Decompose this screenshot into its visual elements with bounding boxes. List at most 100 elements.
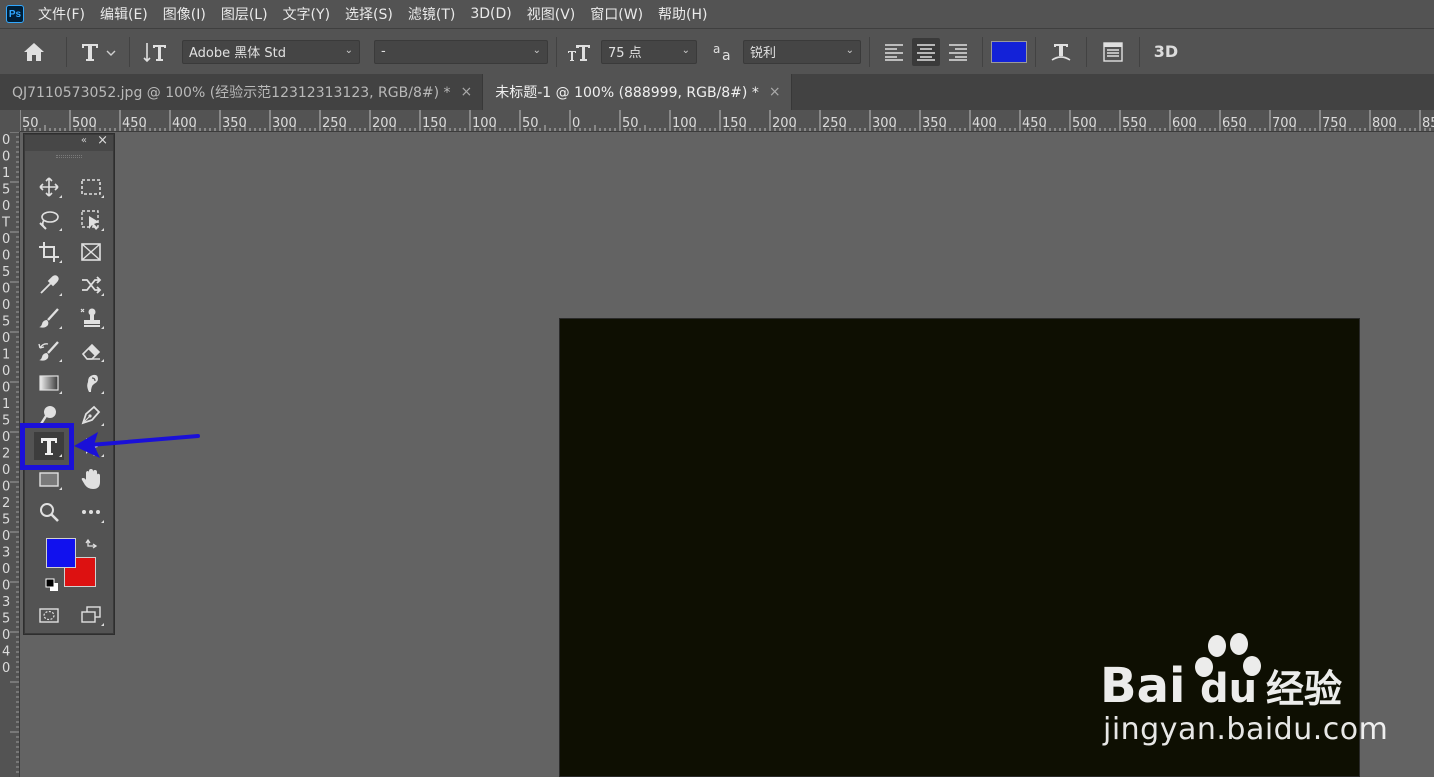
ruler-label: 5 (2, 414, 10, 429)
move-icon (39, 177, 59, 197)
eyedropper-icon (40, 275, 59, 294)
eyedropper-tool[interactable] (34, 271, 64, 299)
horizontal-ruler-ticks: 50 500 450 400 350 300 250 200 150 100 50 0 50 100 150… (19, 110, 1434, 131)
character-panel-button[interactable] (1095, 37, 1131, 67)
menu-select[interactable]: 选择(S) (345, 4, 393, 24)
menu-view[interactable]: 视图(V) (527, 4, 576, 24)
menu-3d[interactable]: 3D(D) (470, 6, 511, 22)
ruler-label: 200 (772, 116, 797, 131)
menu-help[interactable]: 帮助(H) (658, 4, 707, 24)
ruler-corner (0, 110, 20, 132)
font-style-value: - (381, 44, 386, 59)
ruler-label: 100 (472, 116, 497, 131)
horizontal-ruler[interactable]: 50 500 450 400 350 300 250 200 150 100 50 0 50 100 150… (0, 110, 1434, 132)
align-left-icon (885, 43, 903, 61)
menu-window[interactable]: 窗口(W) (590, 4, 643, 24)
ruler-label: 550 (1122, 116, 1147, 131)
close-icon[interactable]: × (461, 84, 473, 100)
home-button[interactable] (10, 32, 58, 72)
ruler-label: 250 (822, 116, 847, 131)
gradient-tool[interactable] (34, 369, 64, 397)
font-family-select[interactable]: Adobe 黑体 Std ⌄ (182, 39, 360, 64)
menu-type[interactable]: 文字(Y) (283, 4, 330, 24)
ruler-label: 0 (2, 331, 10, 346)
tab-document-2[interactable]: 未标题-1 @ 100% (888999, RGB/8#) * × (483, 74, 792, 110)
watermark-brand: Bai (1100, 658, 1185, 714)
ruler-label: 450 (1022, 116, 1047, 131)
ruler-label: 4 (2, 645, 10, 660)
crop-tool[interactable] (34, 238, 64, 266)
text-color-swatch[interactable] (991, 40, 1027, 63)
tab-document-1[interactable]: QJ7110573052.jpg @ 100% (经验示范12312313123… (0, 74, 484, 110)
ruler-label: 0 (2, 463, 10, 478)
collapse-icon[interactable]: « (81, 135, 87, 146)
type-tool-icon (82, 43, 116, 61)
separator (556, 36, 557, 67)
warp-text-button[interactable] (1044, 37, 1078, 67)
menu-image[interactable]: 图像(I) (163, 4, 206, 24)
tool-preset-picker[interactable] (75, 32, 121, 72)
watermark-url: jingyan.baidu.com (1103, 712, 1389, 747)
smudge-tool[interactable] (76, 369, 106, 397)
brush-tool[interactable] (34, 304, 64, 332)
ruler-label: 5 (2, 315, 10, 330)
font-size-input[interactable]: 75 点 ⌄ (601, 39, 697, 64)
antialias-label: aa (709, 37, 739, 67)
separator (982, 36, 983, 67)
tools-panel: « × (24, 133, 114, 634)
quick-mask-button[interactable] (34, 601, 64, 629)
eraser-tool[interactable] (76, 337, 106, 365)
tools-panel-header[interactable]: « × (25, 133, 113, 151)
align-right-button[interactable] (944, 38, 972, 66)
screen-mode-button[interactable] (76, 601, 106, 629)
swap-colors-button[interactable] (85, 535, 99, 549)
ruler-label: 0 (2, 480, 10, 495)
antialias-select[interactable]: 锐利 ⌄ (743, 39, 861, 64)
ruler-label: T (1, 216, 10, 231)
3d-button[interactable]: 3D (1148, 37, 1184, 67)
font-size-label (565, 37, 593, 67)
history-brush-icon (38, 341, 59, 361)
object-selection-tool[interactable] (76, 206, 106, 234)
watermark-brand-du: du (1200, 666, 1257, 712)
text-orientation-toggle[interactable] (138, 32, 174, 72)
content-aware-move-tool[interactable] (76, 271, 106, 299)
annotation-arrow-icon (74, 432, 200, 458)
close-icon[interactable]: × (97, 133, 108, 148)
history-brush-tool[interactable] (34, 337, 64, 365)
ruler-label: 800 (1372, 116, 1397, 131)
font-style-select[interactable]: - ⌄ (374, 39, 548, 64)
rectangular-marquee-tool[interactable] (76, 173, 106, 201)
foreground-color-swatch[interactable] (46, 538, 76, 568)
move-tool[interactable] (34, 173, 64, 201)
zoom-tool[interactable] (34, 498, 64, 526)
align-center-button[interactable] (912, 37, 940, 66)
vertical-ruler[interactable]: 00150T005005010015020025030035040 (0, 132, 20, 777)
clone-stamp-tool[interactable] (76, 304, 106, 332)
rectangle-icon (39, 472, 59, 487)
ruler-label: 200 (372, 116, 397, 131)
home-icon (24, 42, 44, 61)
drag-handle[interactable] (25, 151, 113, 161)
menu-edit[interactable]: 编辑(E) (100, 4, 148, 24)
text-orientation-icon (143, 42, 166, 62)
ruler-label: 700 (1272, 116, 1297, 131)
close-icon[interactable]: × (769, 84, 781, 100)
ruler-label: 3 (2, 595, 10, 610)
brush-icon (39, 308, 59, 328)
default-colors-icon (45, 578, 58, 591)
menu-layer[interactable]: 图层(L) (221, 4, 268, 24)
ruler-label: 350 (922, 116, 947, 131)
edit-toolbar-button[interactable] (76, 498, 106, 526)
align-left-button[interactable] (880, 38, 908, 66)
lasso-tool[interactable] (34, 206, 64, 234)
frame-tool[interactable] (76, 238, 106, 266)
ruler-label: 0 (2, 381, 10, 396)
menu-file[interactable]: 文件(F) (38, 4, 85, 24)
hand-icon (81, 469, 100, 489)
ruler-label: 850 (1422, 116, 1434, 131)
menu-filter[interactable]: 滤镜(T) (408, 4, 455, 24)
ruler-label: 150 (722, 116, 747, 131)
vertical-ruler-ticks: 00150T005005010015020025030035040 (1, 132, 19, 773)
default-colors-button[interactable] (45, 577, 59, 591)
